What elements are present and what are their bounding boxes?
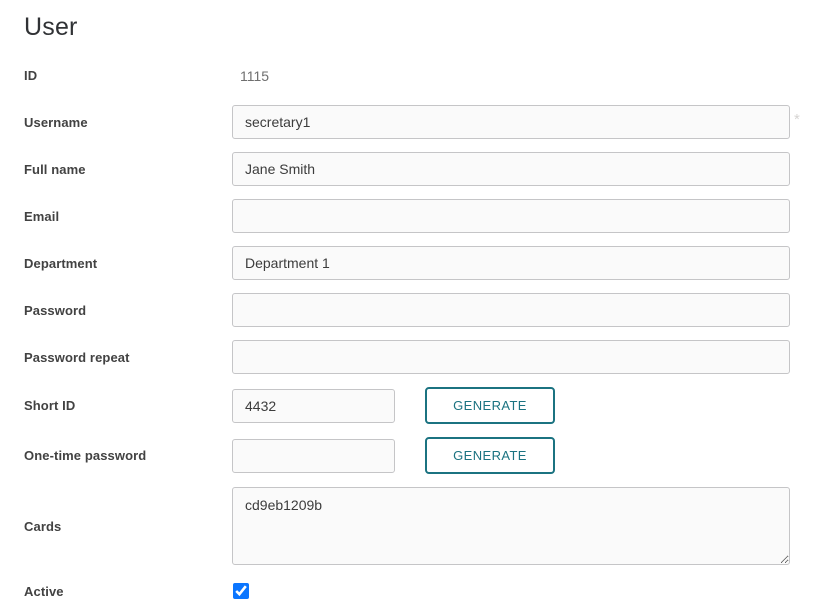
password-label: Password xyxy=(24,303,232,318)
field-row-department: Department xyxy=(24,246,824,280)
username-label: Username xyxy=(24,115,232,130)
one-time-password-input[interactable] xyxy=(232,439,395,473)
field-row-username: Username * xyxy=(24,105,824,139)
field-row-cards: Cards cd9eb1209b xyxy=(24,487,824,565)
password-repeat-label: Password repeat xyxy=(24,350,232,365)
one-time-password-label: One-time password xyxy=(24,448,232,463)
active-checkbox[interactable] xyxy=(233,583,249,599)
short-id-input[interactable] xyxy=(232,389,395,423)
generate-one-time-password-button[interactable]: GENERATE xyxy=(425,437,555,474)
user-detail-page: User ID 1115 Username * Full name Email … xyxy=(0,0,824,599)
department-input[interactable] xyxy=(232,246,790,280)
full-name-input[interactable] xyxy=(232,152,790,186)
field-row-one-time-password: One-time password GENERATE xyxy=(24,437,824,474)
password-input[interactable] xyxy=(232,293,790,327)
required-asterisk: * xyxy=(794,105,800,128)
field-row-email: Email xyxy=(24,199,824,233)
user-form: ID 1115 Username * Full name Email Depar… xyxy=(24,59,824,599)
field-row-active: Active xyxy=(24,583,824,599)
field-row-password-repeat: Password repeat xyxy=(24,340,824,374)
full-name-label: Full name xyxy=(24,162,232,177)
cards-textarea[interactable]: cd9eb1209b xyxy=(232,487,790,565)
generate-short-id-button[interactable]: GENERATE xyxy=(425,387,555,424)
field-row-password: Password xyxy=(24,293,824,327)
field-row-short-id: Short ID GENERATE xyxy=(24,387,824,424)
password-repeat-input[interactable] xyxy=(232,340,790,374)
email-input[interactable] xyxy=(232,199,790,233)
department-label: Department xyxy=(24,256,232,271)
username-input[interactable] xyxy=(232,105,790,139)
email-label: Email xyxy=(24,209,232,224)
field-row-full-name: Full name xyxy=(24,152,824,186)
cards-label: Cards xyxy=(24,519,232,534)
id-label: ID xyxy=(24,68,232,83)
page-title: User xyxy=(24,13,824,42)
active-label: Active xyxy=(24,584,232,599)
field-row-id: ID 1115 xyxy=(24,59,824,92)
short-id-label: Short ID xyxy=(24,398,232,413)
id-value: 1115 xyxy=(232,59,269,92)
